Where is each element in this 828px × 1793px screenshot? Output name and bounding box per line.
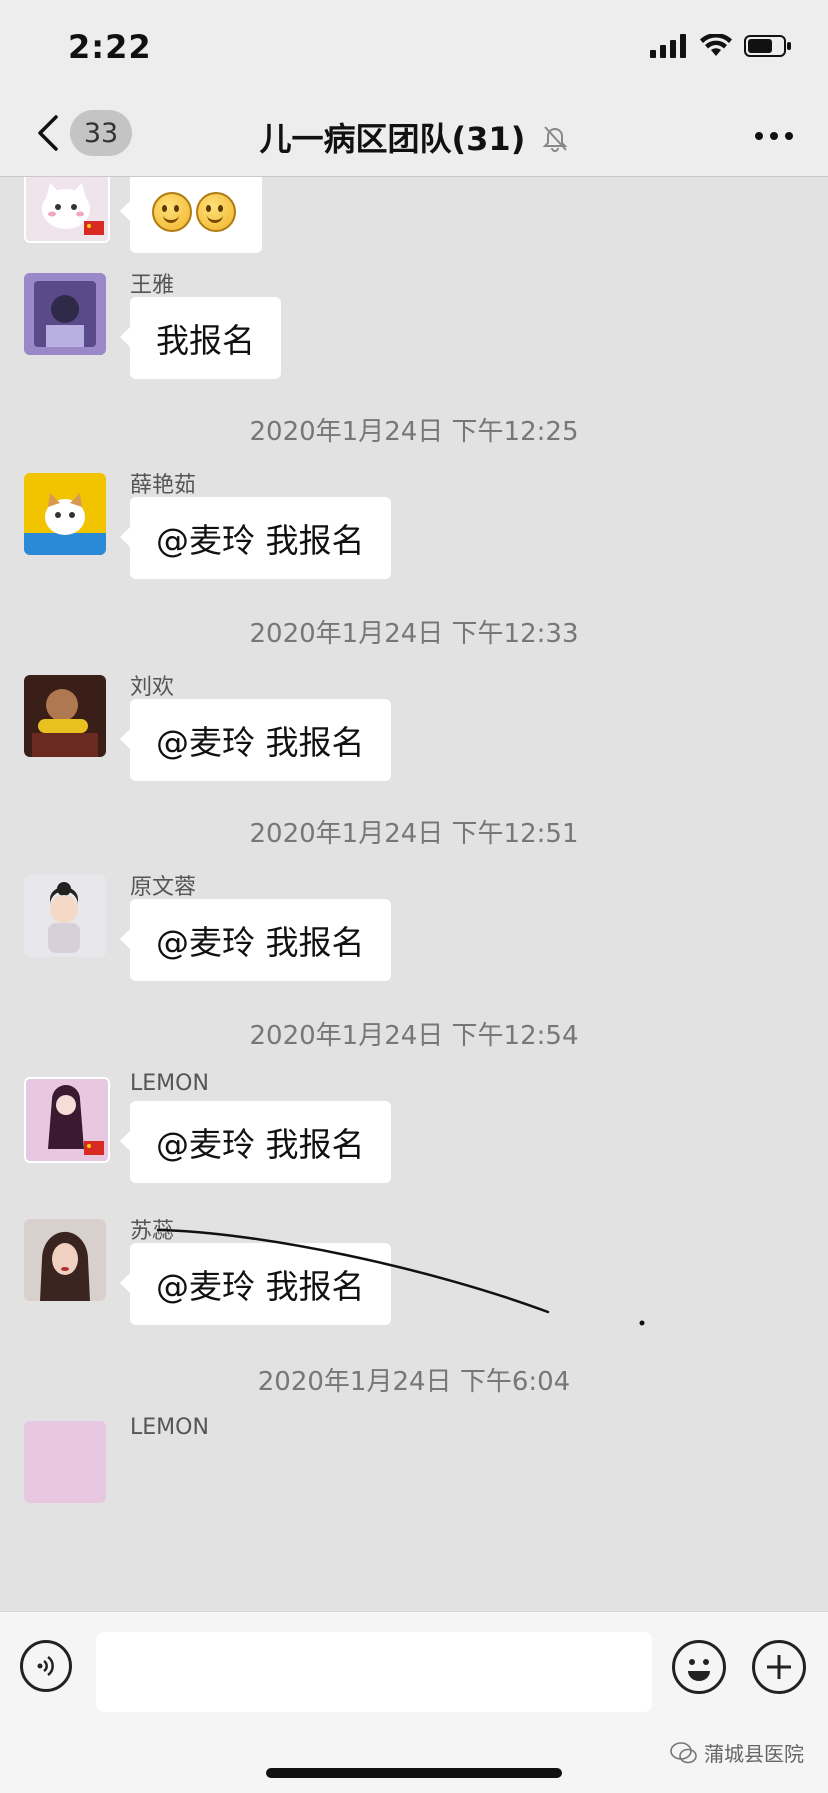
timestamp: 2020年1月24日 下午12:54 bbox=[249, 1021, 579, 1051]
battery-icon bbox=[744, 35, 791, 57]
avatar[interactable] bbox=[24, 875, 106, 957]
message-bubble[interactable]: 我报名 bbox=[120, 297, 281, 379]
smiling-face-emoji bbox=[196, 192, 236, 232]
smiling-face-emoji bbox=[152, 192, 192, 232]
plus-icon bbox=[767, 1655, 791, 1679]
message-bubble[interactable]: @麦玲 我报名 bbox=[120, 1243, 391, 1325]
voice-input-button[interactable] bbox=[20, 1640, 72, 1692]
timestamp: 2020年1月24日 下午12:25 bbox=[249, 417, 579, 447]
sender-name: 原文蓉 bbox=[130, 875, 197, 900]
message-bubble[interactable]: @麦玲 我报名 bbox=[120, 699, 391, 781]
chat-header: 33 儿一病区团队(31) bbox=[0, 96, 828, 177]
cat-avatar-icon bbox=[26, 177, 108, 241]
sender-name: 苏蕊 bbox=[130, 1219, 175, 1244]
chat-title-wrap: 儿一病区团队(31) bbox=[0, 114, 828, 160]
message-bubble[interactable]: @麦玲 我报名 bbox=[120, 899, 391, 981]
message-text-input[interactable] bbox=[96, 1632, 652, 1712]
sender-name: 刘欢 bbox=[130, 675, 175, 700]
anime-girl-avatar-icon bbox=[26, 1079, 108, 1161]
message-bubble[interactable]: @麦玲 我报名 bbox=[120, 1101, 391, 1183]
emoji-button[interactable] bbox=[672, 1640, 726, 1694]
timestamp: 2020年1月24日 下午12:33 bbox=[249, 619, 579, 649]
signal-icon bbox=[650, 34, 686, 58]
mute-bell-icon bbox=[542, 122, 568, 160]
home-indicator[interactable] bbox=[266, 1768, 562, 1778]
chat-title: 儿一病区团队(31) bbox=[259, 120, 526, 158]
avatar[interactable] bbox=[24, 1219, 106, 1301]
more-dots-icon bbox=[755, 132, 793, 140]
avatar[interactable] bbox=[24, 473, 106, 555]
smiley-icon bbox=[688, 1659, 710, 1681]
photo-avatar-icon bbox=[24, 273, 106, 355]
avatar[interactable] bbox=[24, 1421, 106, 1503]
more-actions-button[interactable] bbox=[752, 1640, 806, 1694]
voice-icon bbox=[37, 1655, 54, 1677]
status-bar: 2:22 bbox=[0, 0, 828, 96]
boy-avatar-icon bbox=[24, 675, 106, 757]
chat-message-list[interactable]: 王雅 我报名 2020年1月24日 下午12:25 薛艳茹 @麦玲 我报名 20… bbox=[0, 177, 828, 1611]
sender-name: 薛艳茹 bbox=[130, 473, 197, 498]
timestamp: 2020年1月24日 下午12:51 bbox=[249, 819, 579, 849]
wifi-icon bbox=[700, 34, 732, 56]
sender-name: LEMON bbox=[130, 1071, 209, 1096]
girl-avatar-icon bbox=[24, 875, 106, 957]
avatar[interactable] bbox=[24, 177, 110, 243]
sender-name: 王雅 bbox=[130, 273, 175, 298]
avatar[interactable] bbox=[24, 1077, 110, 1163]
sender-name: LEMON bbox=[130, 1415, 209, 1440]
woman-avatar-icon bbox=[24, 1219, 106, 1301]
status-time: 2:22 bbox=[68, 28, 152, 66]
watermark-text: 蒲城县医院 bbox=[704, 1742, 804, 1766]
timestamp: 2020年1月24日 下午6:04 bbox=[257, 1367, 571, 1397]
status-icons bbox=[650, 34, 792, 58]
emoji-message-bubble[interactable] bbox=[120, 177, 262, 253]
kitten-avatar-icon bbox=[24, 473, 106, 555]
message-bubble[interactable]: @麦玲 我报名 bbox=[120, 497, 391, 579]
wechat-logo-icon bbox=[670, 1741, 697, 1763]
avatar[interactable] bbox=[24, 273, 106, 355]
more-options-button[interactable] bbox=[750, 116, 798, 156]
avatar[interactable] bbox=[24, 675, 106, 757]
watermark: 蒲城县医院 bbox=[670, 1738, 804, 1767]
